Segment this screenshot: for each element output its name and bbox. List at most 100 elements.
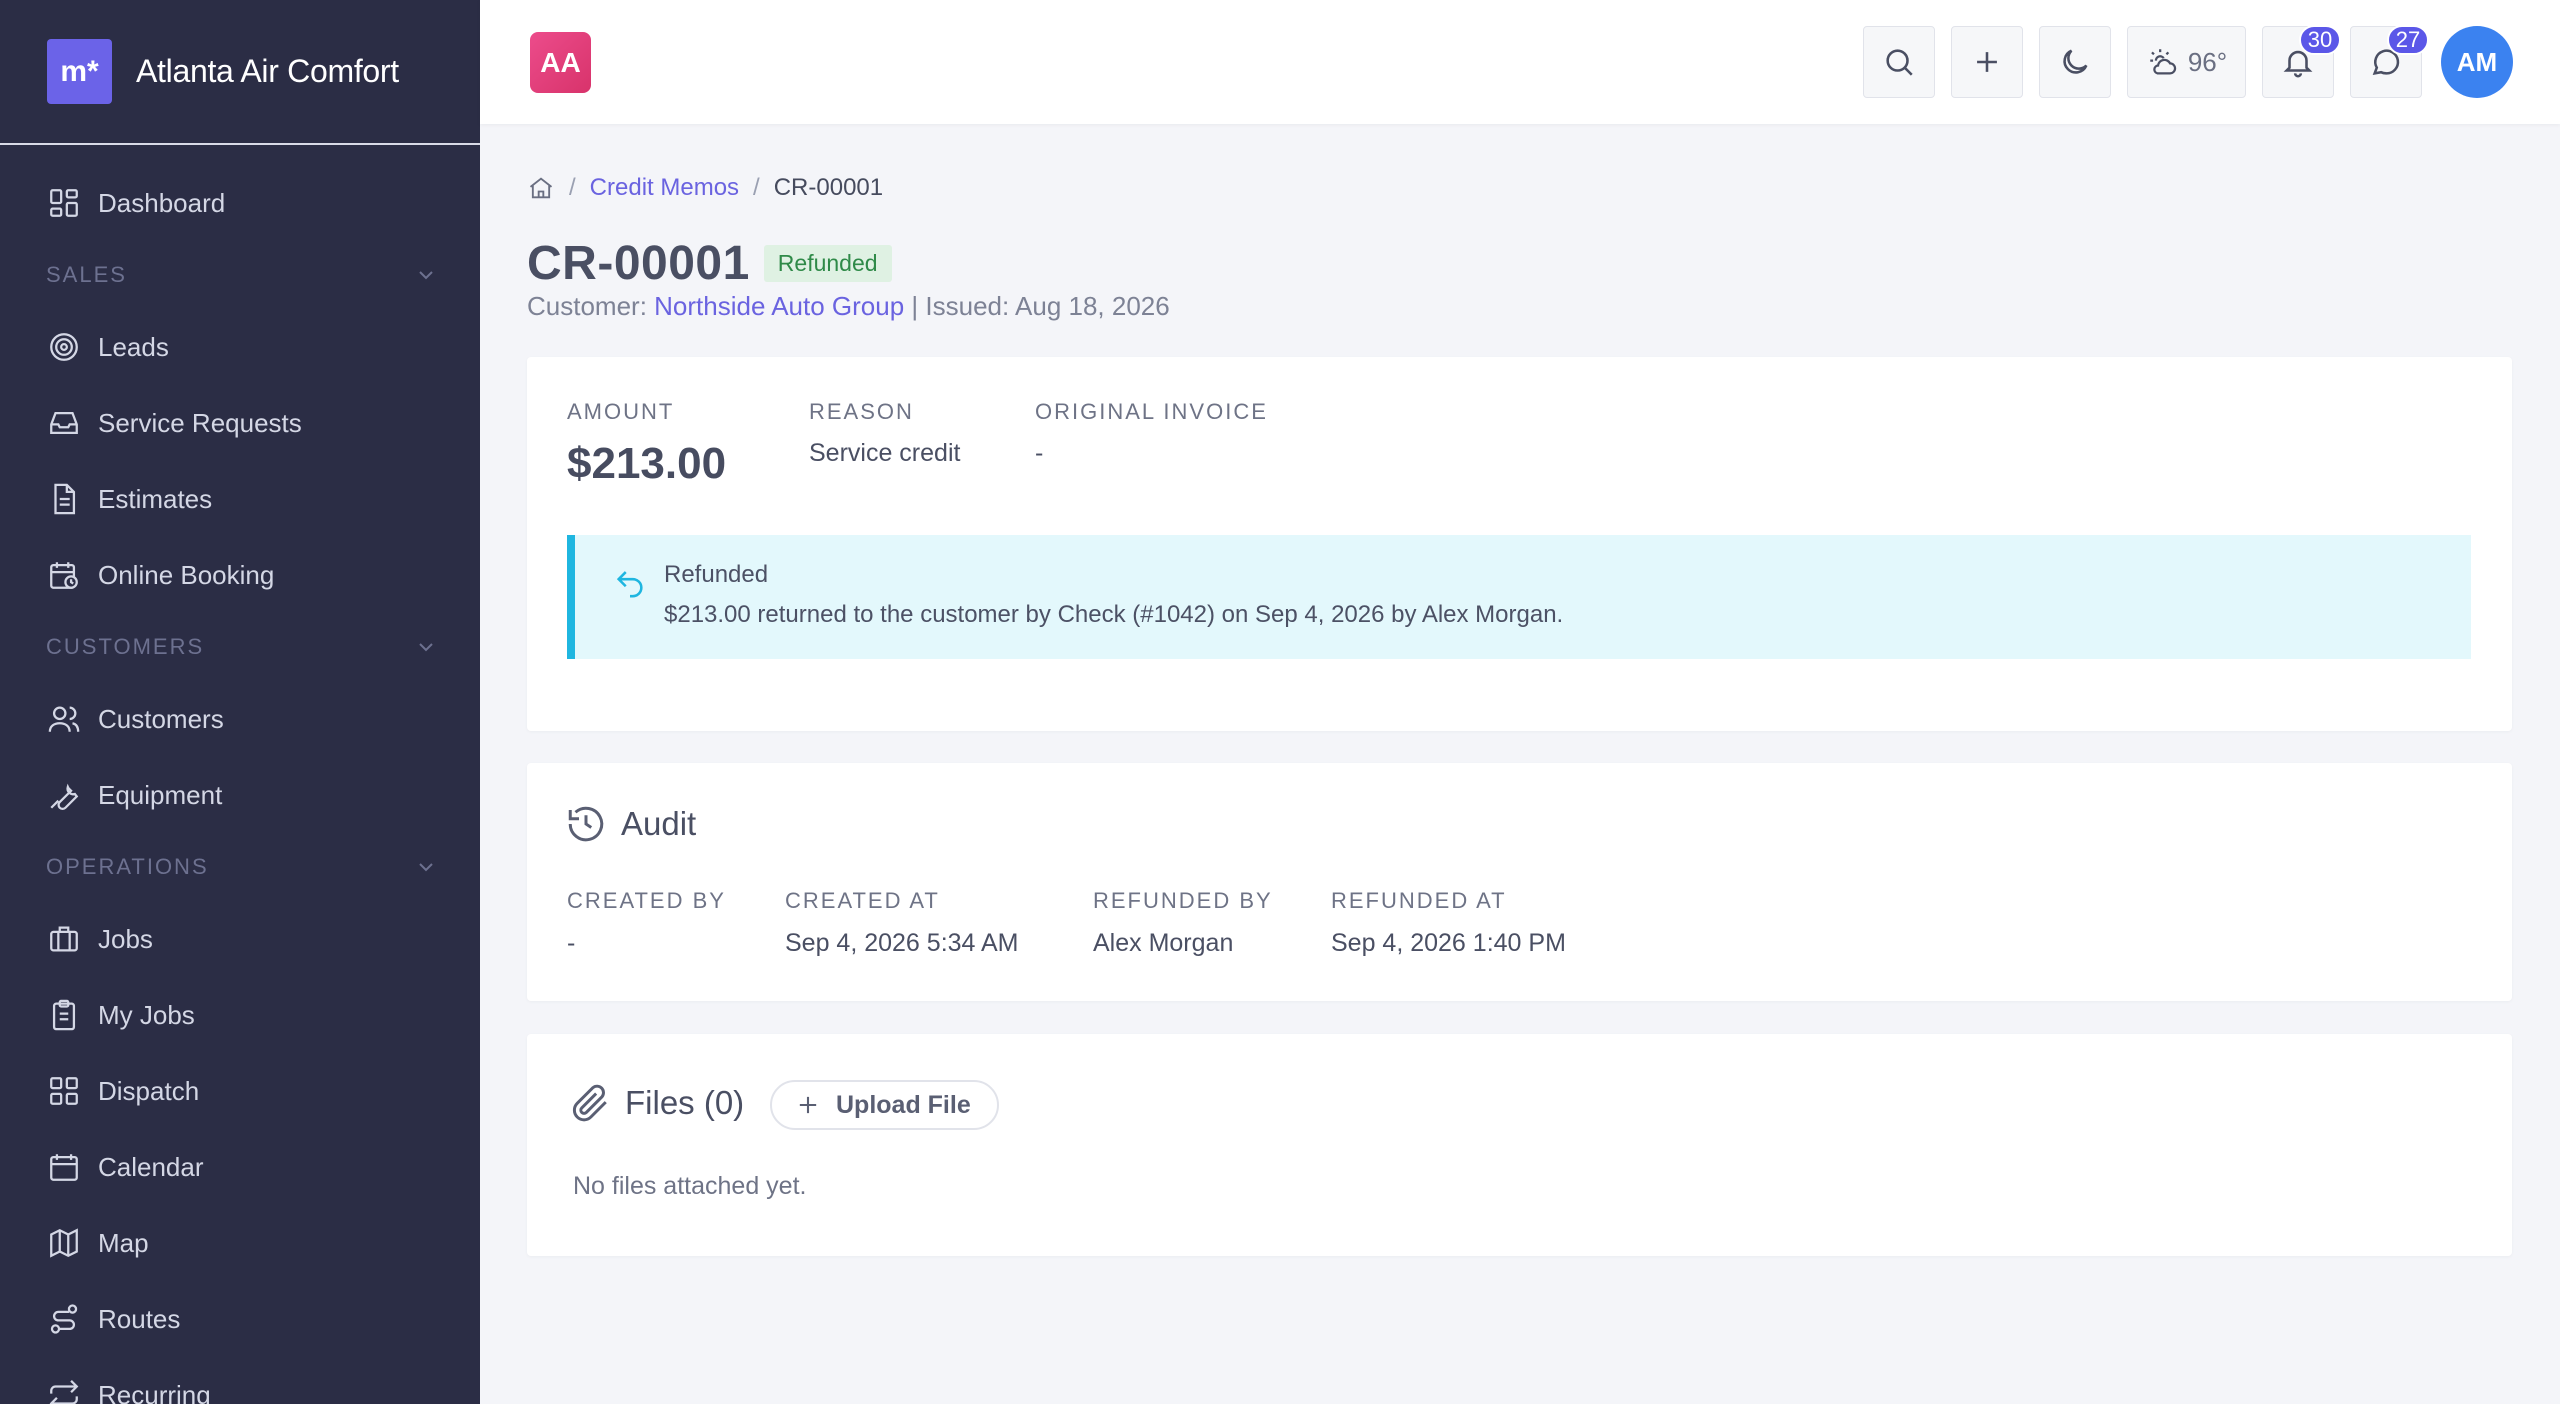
reason-value: Service credit	[809, 439, 961, 467]
messages-button[interactable]: 27	[2350, 25, 2429, 98]
paperclip-icon	[572, 1084, 607, 1122]
files-title: Files (0)	[625, 1084, 745, 1121]
page-title: CR-00001	[527, 237, 750, 290]
search-icon	[1886, 49, 1913, 76]
breadcrumb-credit-memos-link[interactable]: Credit Memos	[590, 174, 739, 202]
sidebar-item-jobs[interactable]: Jobs	[0, 901, 480, 977]
search-button[interactable]	[1863, 26, 1935, 98]
audit-field-value: Sep 4, 2026 5:34 AM	[785, 929, 1019, 957]
sidebar-item-leads[interactable]: Leads	[0, 309, 480, 385]
sidebar-item-online-booking[interactable]: Online Booking	[0, 537, 480, 613]
sidebar-nav: Dashboard SALES Leads Service Requests E…	[0, 145, 480, 1404]
customer-prefix: Customer:	[527, 291, 655, 321]
notifications-button[interactable]: 30	[2262, 25, 2341, 98]
sidebar-item-label: Dashboard	[98, 187, 226, 218]
sidebar-item-label: Customers	[98, 703, 224, 734]
sidebar-item-map[interactable]: Map	[0, 1205, 480, 1281]
briefcase-icon	[50, 926, 78, 952]
map-icon	[50, 1228, 78, 1258]
weather-widget[interactable]: 96°	[2127, 26, 2246, 98]
sidebar-item-service-requests[interactable]: Service Requests	[0, 385, 480, 461]
refund-alert-title: Refunded	[664, 561, 769, 588]
company-switcher[interactable]: AA	[530, 32, 591, 93]
brand-logo: m*	[47, 39, 112, 104]
upload-file-button[interactable]: Upload File	[770, 1080, 999, 1130]
brand[interactable]: m* Atlanta Air Comfort	[0, 0, 480, 145]
chevron-down-icon	[419, 863, 433, 872]
refund-alert-text: $213.00 returned to the customer by Chec…	[664, 601, 1564, 628]
undo-arrow-icon	[616, 571, 643, 598]
audit-header: Audit	[565, 803, 696, 845]
sidebar-item-calendar[interactable]: Calendar	[0, 1129, 480, 1205]
sun-cloud-icon	[2150, 49, 2176, 75]
history-icon	[568, 806, 604, 842]
home-icon[interactable]	[527, 174, 555, 202]
audit-field-value: -	[567, 929, 576, 957]
sidebar-item-label: Online Booking	[98, 559, 275, 590]
amount-value: $213.00	[567, 439, 727, 488]
wrench-icon	[50, 783, 79, 811]
chevron-down-icon	[419, 643, 433, 652]
breadcrumb-separator: /	[753, 174, 760, 201]
status-badge: Refunded	[763, 245, 892, 282]
sidebar-item-label: Estimates	[98, 483, 213, 514]
clipboard-icon	[52, 999, 76, 1031]
audit-title: Audit	[621, 805, 697, 842]
sidebar-section-operations[interactable]: OPERATIONS	[0, 833, 480, 901]
issued-date: | Issued: Aug 18, 2026	[904, 291, 1170, 321]
sidebar-item-label: Jobs	[98, 923, 153, 954]
files-header: Files (0)	[569, 1082, 744, 1124]
section-label: SALES	[46, 262, 127, 287]
audit-field-label: REFUNDED AT	[1331, 888, 1507, 913]
sidebar-item-customers[interactable]: Customers	[0, 681, 480, 757]
grid-icon	[50, 1077, 78, 1105]
sidebar-item-dashboard[interactable]: Dashboard	[0, 165, 480, 241]
sidebar-item-label: Map	[98, 1227, 149, 1258]
company-name: Atlanta Air Comfort	[136, 53, 399, 89]
section-label: OPERATIONS	[46, 854, 209, 879]
audit-field-value: Sep 4, 2026 1:40 PM	[1331, 929, 1566, 957]
breadcrumb-current: CR-00001	[773, 174, 884, 201]
audit-card: Audit CREATED BY - CREATED AT Sep 4, 202…	[527, 763, 2512, 1001]
breadcrumb: / Credit Memos / CR-00001	[527, 174, 883, 202]
inbox-icon	[50, 411, 78, 435]
breadcrumb-separator: /	[569, 174, 576, 201]
dark-mode-toggle[interactable]	[2039, 26, 2111, 98]
quick-add-button[interactable]	[1951, 26, 2023, 98]
users-icon	[48, 706, 80, 732]
amount-label: AMOUNT	[567, 399, 675, 424]
calendar-clock-icon	[50, 562, 78, 589]
sidebar-item-estimates[interactable]: Estimates	[0, 461, 480, 537]
chevron-down-icon	[419, 271, 433, 280]
dashboard-icon	[50, 189, 78, 217]
sidebar: m* Atlanta Air Comfort Dashboard SALES L…	[0, 0, 480, 1404]
calendar-icon	[50, 1154, 78, 1181]
audit-field-value: Alex Morgan	[1093, 929, 1234, 957]
sidebar-item-recurring[interactable]: Recurring	[0, 1357, 480, 1404]
sidebar-item-label: Leads	[98, 331, 169, 362]
refund-alert: Refunded $213.00 returned to the custome…	[567, 535, 2471, 659]
target-icon	[50, 333, 78, 361]
sidebar-section-customers[interactable]: CUSTOMERS	[0, 613, 480, 681]
user-avatar[interactable]: AM	[2441, 26, 2513, 98]
sidebar-item-my-jobs[interactable]: My Jobs	[0, 977, 480, 1053]
upload-file-label: Upload File	[836, 1090, 971, 1119]
audit-field-label: REFUNDED BY	[1093, 888, 1273, 913]
original-invoice-value: -	[1035, 439, 1044, 467]
sidebar-item-routes[interactable]: Routes	[0, 1281, 480, 1357]
audit-field-label: CREATED AT	[785, 888, 940, 913]
memo-details-card: AMOUNT $213.00 REASON Service credit ORI…	[527, 357, 2512, 731]
topbar: AA 96° 30 27 AM	[480, 0, 2560, 124]
sidebar-item-label: Dispatch	[98, 1075, 200, 1106]
memo-subtitle: Customer: Northside Auto Group | Issued:…	[527, 291, 1170, 322]
sidebar-item-equipment[interactable]: Equipment	[0, 757, 480, 833]
messages-count-badge: 27	[2387, 25, 2429, 55]
customer-link[interactable]: Northside Auto Group	[654, 291, 904, 321]
weather-temperature: 96°	[2187, 46, 2228, 77]
files-empty-state: No files attached yet.	[573, 1172, 807, 1200]
page-header: CR-00001 Refunded	[527, 236, 892, 291]
document-icon	[54, 483, 76, 515]
sidebar-item-label: Service Requests	[98, 407, 302, 438]
sidebar-item-dispatch[interactable]: Dispatch	[0, 1053, 480, 1129]
sidebar-section-sales[interactable]: SALES	[0, 241, 480, 309]
